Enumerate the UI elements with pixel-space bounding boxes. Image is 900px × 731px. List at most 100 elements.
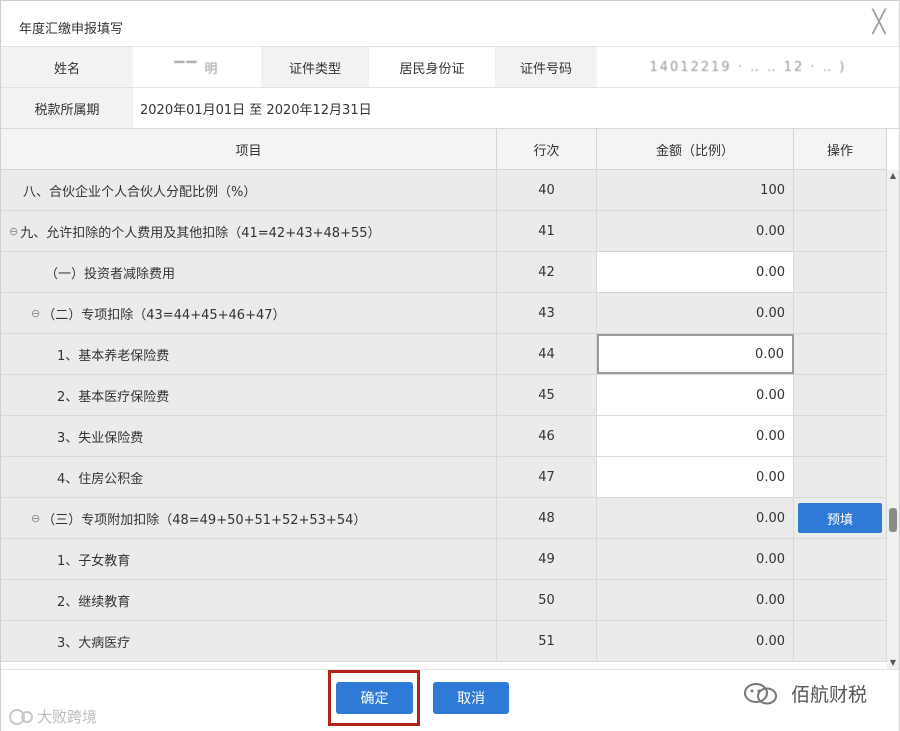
row-item-cell: （一）投资者减除费用 bbox=[1, 252, 497, 292]
table-row: ⊖ 九、允许扣除的个人费用及其他扣除（41=42+43+48+55） 41 0.00 bbox=[1, 211, 887, 252]
table-row: 4、住房公积金 47 0.00 bbox=[1, 457, 887, 498]
row-item-label: 九、允许扣除的个人费用及其他扣除（41=42+43+48+55） bbox=[20, 225, 381, 241]
row-item-cell: 2、基本医疗保险费 bbox=[1, 375, 497, 415]
row-action-cell bbox=[794, 539, 887, 579]
watermark-right: 佰航财税 bbox=[741, 680, 867, 707]
amount-value: 100 bbox=[597, 170, 794, 210]
row-item-label: 2、基本医疗保险费 bbox=[57, 389, 170, 405]
scrollbar-thumb[interactable] bbox=[889, 508, 897, 532]
row-item-cell: ⊖ （二）专项扣除（43=44+45+46+47） bbox=[1, 293, 497, 333]
name-value: ▔▔ 明 bbox=[133, 47, 261, 87]
collapse-icon[interactable]: ⊖ bbox=[31, 307, 40, 320]
period-value: 2020年01月01日 至 2020年12月31日 bbox=[133, 88, 899, 128]
table-row: 2、继续教育 50 0.00 bbox=[1, 580, 887, 621]
table-row: 八、合伙企业个人合伙人分配比例（%） 40 100 bbox=[1, 170, 887, 211]
header-line: 行次 bbox=[497, 129, 597, 170]
row-item-label: 3、大病医疗 bbox=[57, 635, 131, 651]
amount-input[interactable]: 0.00 bbox=[597, 416, 794, 456]
row-item-label: 1、子女教育 bbox=[57, 553, 131, 569]
scroll-down-icon[interactable]: ▼ bbox=[887, 657, 899, 669]
row-action-cell bbox=[794, 211, 887, 251]
row-item-cell: ⊖ 九、允许扣除的个人费用及其他扣除（41=42+43+48+55） bbox=[1, 211, 497, 251]
row-item-cell: 4、住房公积金 bbox=[1, 457, 497, 497]
wechat-icon bbox=[744, 682, 777, 704]
table-row: （一）投资者减除费用 42 0.00 bbox=[1, 252, 887, 293]
amount-value: 0.00 bbox=[597, 293, 794, 333]
row-item-cell: 2、继续教育 bbox=[1, 580, 497, 620]
row-line-number: 47 bbox=[497, 457, 597, 497]
row-item-label: 2、继续教育 bbox=[57, 594, 131, 610]
table-row: ⊖ （三）专项附加扣除（48=49+50+51+52+53+54） 48 0.00 预填 bbox=[1, 498, 887, 539]
row-line-number: 40 bbox=[497, 170, 597, 210]
amount-value: 0.00 bbox=[597, 498, 794, 538]
header-item: 项目 bbox=[1, 129, 497, 170]
row-item-cell: 八、合伙企业个人合伙人分配比例（%） bbox=[1, 170, 497, 210]
row-action-cell bbox=[794, 252, 887, 292]
dialog-footer: 确定 取消 佰航财税 大败跨境 bbox=[1, 669, 899, 731]
cert-no-value: 14012219 · ‥ ‥ 12 · ‥ ) bbox=[597, 47, 899, 87]
row-line-number: 42 bbox=[497, 252, 597, 292]
row-line-number: 41 bbox=[497, 211, 597, 251]
dialog-title: 年度汇缴申报填写 bbox=[19, 22, 124, 37]
amount-value: 0.00 bbox=[597, 621, 794, 661]
watermark-left-text: 大败跨境 bbox=[37, 708, 98, 726]
amount-value: 0.00 bbox=[597, 580, 794, 620]
row-line-number: 43 bbox=[497, 293, 597, 333]
cert-type-value: 居民身份证 bbox=[369, 47, 495, 87]
row-item-label: 八、合伙企业个人合伙人分配比例（%） bbox=[23, 184, 257, 200]
row-item-label: 3、失业保险费 bbox=[57, 430, 144, 446]
table-row: 3、大病医疗 51 0.00 bbox=[1, 621, 887, 662]
row-item-label: （三）专项附加扣除（48=49+50+51+52+53+54） bbox=[42, 512, 367, 528]
row-action-cell bbox=[794, 621, 887, 661]
amount-input[interactable]: 0.00 bbox=[597, 457, 794, 497]
row-action-cell bbox=[794, 416, 887, 456]
prefill-button[interactable]: 预填 bbox=[798, 503, 882, 533]
dialog-titlebar: 年度汇缴申报填写 ╳ bbox=[1, 1, 899, 47]
row-line-number: 49 bbox=[497, 539, 597, 579]
amount-input[interactable]: 0.00 bbox=[597, 252, 794, 292]
table-row: 1、子女教育 49 0.00 bbox=[1, 539, 887, 580]
table-row: 2、基本医疗保险费 45 0.00 bbox=[1, 375, 887, 416]
row-action-cell bbox=[794, 580, 887, 620]
scroll-up-icon[interactable]: ▲ bbox=[887, 170, 899, 182]
confirm-button[interactable]: 确定 bbox=[336, 682, 413, 714]
row-item-cell: ⊖ （三）专项附加扣除（48=49+50+51+52+53+54） bbox=[1, 498, 497, 538]
close-icon[interactable]: ╳ bbox=[868, 12, 890, 34]
row-action-cell bbox=[794, 375, 887, 415]
row-item-cell: 1、基本养老保险费 bbox=[1, 334, 497, 374]
table-row: ⊖ （二）专项扣除（43=44+45+46+47） 43 0.00 bbox=[1, 293, 887, 334]
header-amount: 金额（比例） bbox=[597, 129, 794, 170]
info-row-identity: 姓名 ▔▔ 明 证件类型 居民身份证 证件号码 14012219 · ‥ ‥ 1… bbox=[1, 47, 899, 88]
row-action-cell bbox=[794, 293, 887, 333]
row-item-cell: 3、大病医疗 bbox=[1, 621, 497, 661]
table-row: 3、失业保险费 46 0.00 bbox=[1, 416, 887, 457]
row-item-label: （一）投资者减除费用 bbox=[45, 266, 176, 282]
row-line-number: 46 bbox=[497, 416, 597, 456]
amount-input[interactable]: 0.00 bbox=[597, 375, 794, 415]
row-action-cell bbox=[794, 457, 887, 497]
row-line-number: 50 bbox=[497, 580, 597, 620]
row-line-number: 48 bbox=[497, 498, 597, 538]
amount-input[interactable]: 0.00 bbox=[597, 334, 794, 374]
info-row-period: 税款所属期 2020年01月01日 至 2020年12月31日 bbox=[1, 88, 899, 129]
table-scrollbar[interactable]: ▲ ▼ bbox=[887, 170, 899, 669]
amount-value: 0.00 bbox=[597, 539, 794, 579]
annual-filing-dialog: 年度汇缴申报填写 ╳ 姓名 ▔▔ 明 证件类型 居民身份证 证件号码 14012… bbox=[0, 0, 900, 731]
watermark-right-text: 佰航财税 bbox=[791, 684, 868, 706]
cancel-button[interactable]: 取消 bbox=[433, 682, 509, 714]
brand-logo-icon bbox=[9, 708, 33, 725]
collapse-icon[interactable]: ⊖ bbox=[31, 512, 40, 525]
row-item-cell: 3、失业保险费 bbox=[1, 416, 497, 456]
table-header: 项目 行次 金额（比例） 操作 bbox=[1, 129, 887, 170]
watermark-left: 大败跨境 bbox=[7, 706, 97, 727]
taxpayer-info: 姓名 ▔▔ 明 证件类型 居民身份证 证件号码 14012219 · ‥ ‥ 1… bbox=[1, 47, 899, 129]
row-item-label: 1、基本养老保险费 bbox=[57, 348, 170, 364]
row-action-cell: 预填 bbox=[794, 498, 887, 538]
row-action-cell bbox=[794, 170, 887, 210]
row-line-number: 51 bbox=[497, 621, 597, 661]
deduction-table: 项目 行次 金额（比例） 操作 八、合伙企业个人合伙人分配比例（%） 40 100 ⊖… bbox=[1, 129, 887, 669]
collapse-icon[interactable]: ⊖ bbox=[9, 225, 18, 238]
row-action-cell bbox=[794, 334, 887, 374]
table-row: 1、基本养老保险费 44 0.00 bbox=[1, 334, 887, 375]
cert-type-label: 证件类型 bbox=[261, 47, 369, 87]
